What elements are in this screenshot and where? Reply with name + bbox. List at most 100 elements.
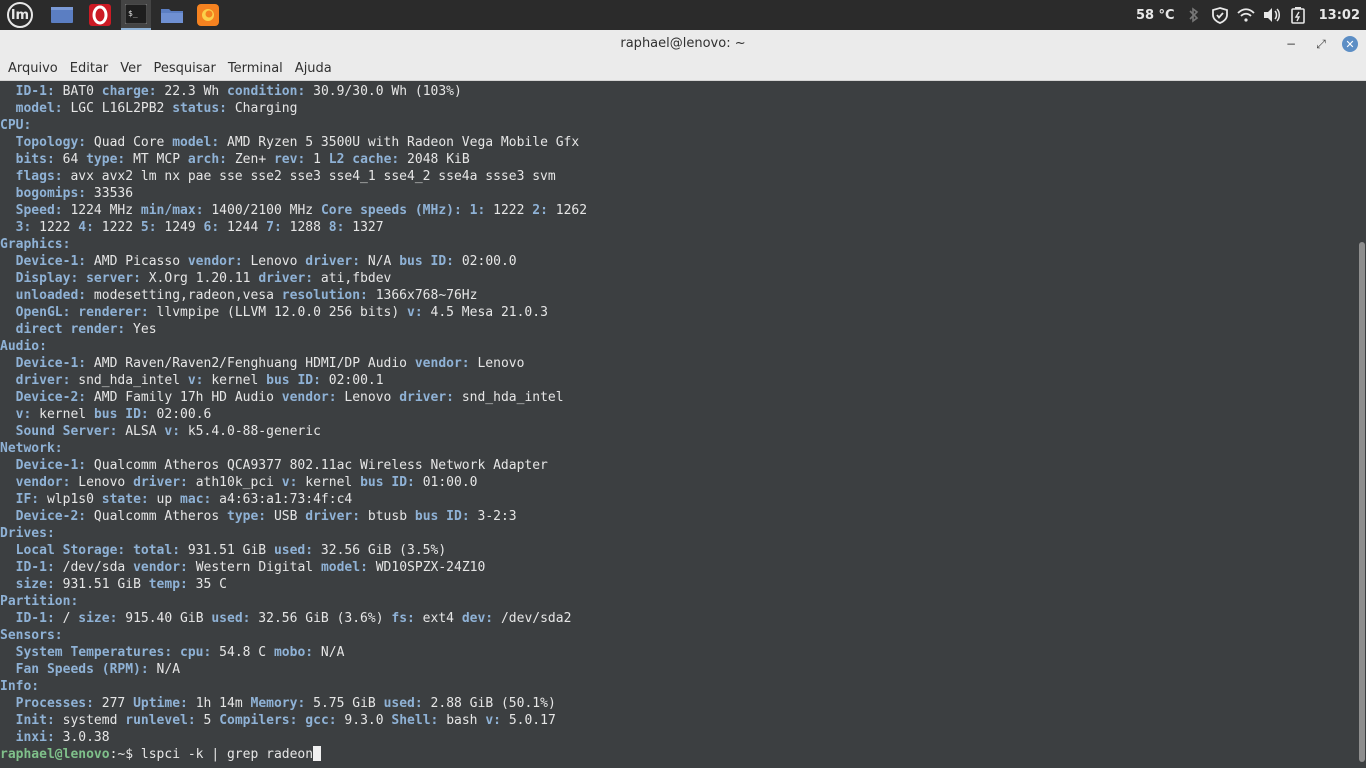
- wifi-icon[interactable]: [1236, 6, 1255, 24]
- output-key: 5:: [140, 220, 157, 235]
- text-cursor: [313, 746, 322, 761]
- output-value: snd_hda_intel: [70, 373, 188, 388]
- output-value: [0, 662, 16, 677]
- prompt-line[interactable]: raphael@lenovo:~$ lspci -k | grep radeon: [0, 746, 1358, 763]
- shield-icon[interactable]: [1211, 6, 1229, 24]
- menu-ver[interactable]: Ver: [115, 61, 146, 76]
- output-value: [0, 135, 16, 150]
- window-titlebar[interactable]: raphael@lenovo: ~ − ⤢ ✕: [0, 30, 1366, 57]
- menu-button[interactable]: lm: [5, 0, 35, 30]
- output-key: driver:: [258, 271, 314, 286]
- terminal-line: Device-2: Qualcomm Atheros type: USB dri…: [0, 508, 1358, 525]
- output-value: btusb: [360, 509, 415, 524]
- scrollbar-thumb[interactable]: [1359, 242, 1365, 762]
- opera-icon: [89, 4, 111, 26]
- output-value: /dev/sda2: [493, 611, 572, 626]
- output-key: size:: [78, 611, 118, 626]
- output-value: [0, 322, 16, 337]
- system-tray: 58 °C 13:02: [1136, 0, 1366, 30]
- output-value: Charging: [227, 101, 298, 116]
- output-key: Fan Speeds (RPM):: [15, 662, 149, 677]
- maximize-button[interactable]: ⤢: [1311, 34, 1331, 54]
- output-value: [0, 492, 16, 507]
- menu-terminal[interactable]: Terminal: [223, 61, 288, 76]
- terminal-line: v: kernel bus ID: 02:00.6: [0, 406, 1358, 423]
- terminal-line: ID-1: BAT0 charge: 22.3 Wh condition: 30…: [0, 83, 1358, 100]
- terminal-scrollbar[interactable]: [1358, 82, 1366, 768]
- output-value: 277: [93, 696, 134, 711]
- output-key: used:: [383, 696, 423, 711]
- terminal-line: Device-1: AMD Picasso vendor: Lenovo dri…: [0, 253, 1358, 270]
- output-key: bus ID:: [414, 509, 470, 524]
- output-value: 32.56 GiB (3.6%): [250, 611, 392, 626]
- terminal-line: Init: systemd runlevel: 5 Compilers: gcc…: [0, 712, 1358, 729]
- firefox-icon: [197, 4, 219, 26]
- output-key: mac:: [180, 492, 212, 507]
- output-key: total:: [133, 543, 181, 558]
- menu-ajuda[interactable]: Ajuda: [290, 61, 337, 76]
- terminal-line: direct render: Yes: [0, 321, 1358, 338]
- output-value: [0, 84, 16, 99]
- files-launcher[interactable]: [157, 0, 187, 30]
- output-key: vendor:: [187, 254, 243, 269]
- output-value: systemd: [54, 713, 126, 728]
- terminal-lines: ID-1: BAT0 charge: 22.3 Wh condition: 30…: [0, 83, 1358, 746]
- show-desktop-button[interactable]: [47, 0, 77, 30]
- output-key: Core speeds (MHz):: [320, 203, 462, 218]
- output-key: bus ID:: [93, 407, 149, 422]
- output-value: ALSA: [117, 424, 165, 439]
- output-key: runlevel:: [125, 713, 196, 728]
- menu-pesquisar[interactable]: Pesquisar: [149, 61, 221, 76]
- close-button[interactable]: ✕: [1342, 36, 1358, 52]
- terminal-line: Drives:: [0, 525, 1358, 542]
- output-value: N/A: [313, 645, 345, 660]
- command-input[interactable]: lspci -k | grep radeon: [141, 747, 313, 762]
- output-value: 9.3.0: [336, 713, 392, 728]
- output-value: LGC L16L2PB2: [62, 101, 173, 116]
- clock[interactable]: 13:02: [1319, 8, 1360, 23]
- output-value: [0, 169, 16, 184]
- battery-icon[interactable]: [1289, 6, 1307, 24]
- temperature-indicator[interactable]: 58 °C: [1136, 8, 1175, 23]
- output-value: [462, 203, 470, 218]
- output-key: vendor:: [414, 356, 470, 371]
- prompt-path: :~$: [109, 747, 141, 762]
- terminal-output[interactable]: ID-1: BAT0 charge: 22.3 Wh condition: 30…: [0, 82, 1358, 768]
- output-value: 32.56 GiB (3.5%): [313, 543, 447, 558]
- show-desktop-icon: [51, 7, 73, 23]
- output-key: Compilers:: [219, 713, 298, 728]
- menu-editar[interactable]: Editar: [65, 61, 114, 76]
- output-key: driver:: [305, 254, 361, 269]
- bluetooth-icon[interactable]: [1185, 6, 1203, 24]
- output-key: 7:: [266, 220, 282, 235]
- output-key: v:: [164, 424, 181, 439]
- output-value: 1222: [31, 220, 79, 235]
- output-value: [78, 271, 86, 286]
- output-value: [0, 509, 16, 524]
- terminal-launcher[interactable]: $_: [121, 0, 151, 30]
- terminal-line: IF: wlp1s0 state: up mac: a4:63:a1:73:4f…: [0, 491, 1358, 508]
- output-key: type:: [227, 509, 267, 524]
- output-key: Device-1:: [15, 458, 87, 473]
- output-value: 5.75 GiB: [305, 696, 384, 711]
- output-key: model:: [172, 135, 220, 150]
- menu-arquivo[interactable]: Arquivo: [3, 61, 63, 76]
- opera-launcher[interactable]: [85, 0, 115, 30]
- output-value: 2048 KiB: [399, 152, 470, 167]
- output-value: [0, 730, 16, 745]
- output-value: [0, 713, 16, 728]
- output-value: bash: [438, 713, 486, 728]
- terminal-line: Graphics:: [0, 236, 1358, 253]
- firefox-launcher[interactable]: [193, 0, 223, 30]
- output-value: 1222: [485, 203, 533, 218]
- output-value: 01:00.0: [414, 475, 478, 490]
- terminal-line: Display: server: X.Org 1.20.11 driver: a…: [0, 270, 1358, 287]
- output-value: 931.51 GiB: [54, 577, 149, 592]
- minimize-button[interactable]: −: [1281, 34, 1301, 54]
- output-value: USB: [266, 509, 306, 524]
- output-value: [0, 577, 16, 592]
- output-key: temp:: [148, 577, 188, 592]
- output-value: Western Digital: [187, 560, 321, 575]
- output-value: 54.8 C: [211, 645, 274, 660]
- volume-icon[interactable]: [1263, 6, 1281, 24]
